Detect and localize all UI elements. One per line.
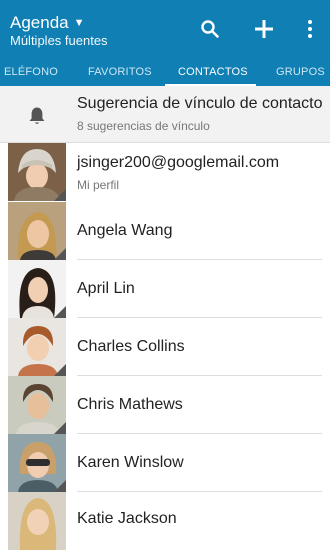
contact-row[interactable]: April Lin [0,260,330,318]
tab-grupos[interactable]: GRUPOS [276,66,325,78]
source-subtitle: Múltiples fuentes [10,33,108,48]
avatar [8,143,66,201]
app-title: Agenda [10,13,69,32]
contact-row[interactable]: Katie Jackson [0,492,330,550]
contact-name: Angela Wang [77,222,173,239]
contact-row[interactable]: Karen Winslow [0,434,330,492]
tab-telefono[interactable]: ELÉFONO [4,66,58,78]
overflow-menu-button[interactable] [298,17,322,41]
avatar [8,318,66,376]
suggestion-subtitle: 8 sugerencias de vínculo [77,119,210,133]
link-suggestion-row[interactable]: Sugerencia de vínculo de contacto 8 suge… [0,86,330,143]
contact-name: Karen Winslow [77,454,184,471]
contact-row[interactable]: Chris Mathews [0,376,330,434]
source-selector[interactable]: Agenda ▼ Múltiples fuentes [10,12,108,49]
plus-icon [255,20,273,38]
avatar [8,202,66,260]
contact-row[interactable]: Charles Collins [0,318,330,376]
contact-name: Chris Mathews [77,396,183,413]
bell-icon [29,107,45,124]
contact-name: April Lin [77,280,135,297]
contact-subtitle: Mi perfil [77,178,120,192]
add-contact-button[interactable] [252,17,276,41]
avatar [8,434,66,492]
search-button[interactable] [198,17,222,41]
contact-row[interactable]: Angela Wang [0,202,330,260]
contact-name: Charles Collins [77,338,185,355]
contact-name: jsinger200@googlemail.com [77,154,280,171]
suggestion-title: Sugerencia de vínculo de contacto [77,95,323,112]
contact-row-profile[interactable]: jsinger200@googlemail.com Mi perfil [0,143,330,201]
tab-favoritos[interactable]: FAVORITOS [88,66,152,78]
more-vert-icon [308,20,312,38]
search-icon [201,20,219,38]
avatar [8,376,66,434]
dropdown-caret-icon: ▼ [73,17,85,29]
tab-bar: ELÉFONO FAVORITOS CONTACTOS GRUPOS [0,58,330,86]
tab-contactos[interactable]: CONTACTOS [178,66,248,78]
avatar [8,260,66,318]
contact-name: Katie Jackson [77,510,177,527]
app-header: Agenda ▼ Múltiples fuentes [0,0,330,58]
avatar [8,492,66,550]
